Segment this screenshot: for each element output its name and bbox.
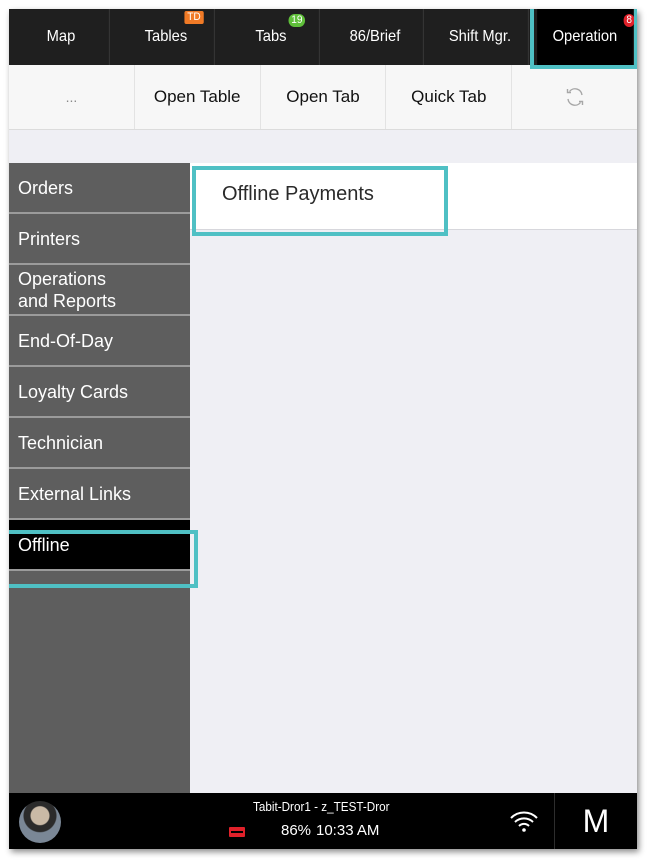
sidebar-item-label: Orders [18,177,74,198]
tab-tables-label: Tables [144,28,188,45]
refresh-button[interactable] [512,65,637,129]
action-toolbar: ... Open Table Open Tab Quick Tab [9,65,637,130]
tab-tabs[interactable]: Tabs 19 [223,9,320,65]
tab-tabs-label: Tabs [255,28,287,45]
sidebar-item-end-of-day[interactable]: End-Of-Day [9,316,190,367]
open-tab-button[interactable]: Open Tab [261,65,387,129]
open-table-button[interactable]: Open Table [135,65,261,129]
quick-tab-button[interactable]: Quick Tab [386,65,513,129]
avatar[interactable] [19,801,61,843]
tab-tables[interactable]: Tables TD [118,9,215,65]
sidebar-item-label: External Links [18,483,132,504]
tab-86-brief-label: 86/Brief [350,28,401,45]
sidebar-item-printers[interactable]: Printers [9,214,190,265]
open-table-label: Open Table [153,87,241,106]
tabs-count-badge: 19 [288,14,305,27]
tables-badge: TD [184,11,204,24]
sidebar-item-technician[interactable]: Technician [9,418,190,469]
status-bar: Tabit-Dror1 - z_TEST-Dror 86% 10:33 AM M [9,793,637,849]
sidebar-item-loyalty-cards[interactable]: Loyalty Cards [9,367,190,418]
open-tab-label: Open Tab [286,87,360,106]
sidebar-item-orders[interactable]: Orders [9,163,190,214]
battery-percent: 86% [281,822,312,839]
sidebar-item-label: Printers [18,228,81,249]
content-pane: Offline Payments [190,163,637,793]
highlight-offline-sidebar [9,530,198,588]
tab-map-label: Map [46,28,76,45]
app-window: Map Tables TD Tabs 19 86/Brief Shift Mgr… [9,9,637,849]
card-reader-icon [229,827,245,837]
more-button[interactable]: ... [9,65,135,129]
quick-tab-label: Quick Tab [411,87,487,106]
sidebar-item-label: Technician [18,432,104,453]
more-label: ... [65,89,78,105]
sidebar-item-operations-reports[interactable]: Operations and Reports [9,265,190,316]
sidebar-item-label: End-Of-Day [18,330,114,351]
highlight-offline-payments [192,166,448,236]
sidebar-item-label: Loyalty Cards [18,381,129,402]
device-label: Tabit-Dror1 - z_TEST-Dror [253,799,390,814]
clock: 10:33 AM [316,822,380,839]
wifi-icon [510,811,538,832]
user-initial: M [582,802,610,839]
sidebar-item-label: Operations and Reports [18,268,117,311]
tab-map[interactable]: Map [13,9,110,65]
highlight-operation-tab [530,9,637,69]
tab-shift-mgr-label: Shift Mgr. [449,28,512,45]
tab-86-brief[interactable]: 86/Brief [328,9,425,65]
operations-sidebar: Orders Printers Operations and Reports E… [9,163,190,793]
user-menu-button[interactable]: M [555,793,637,849]
tab-shift-mgr[interactable]: Shift Mgr. [433,9,529,65]
sidebar-item-external-links[interactable]: External Links [9,469,190,520]
refresh-icon [566,88,583,106]
